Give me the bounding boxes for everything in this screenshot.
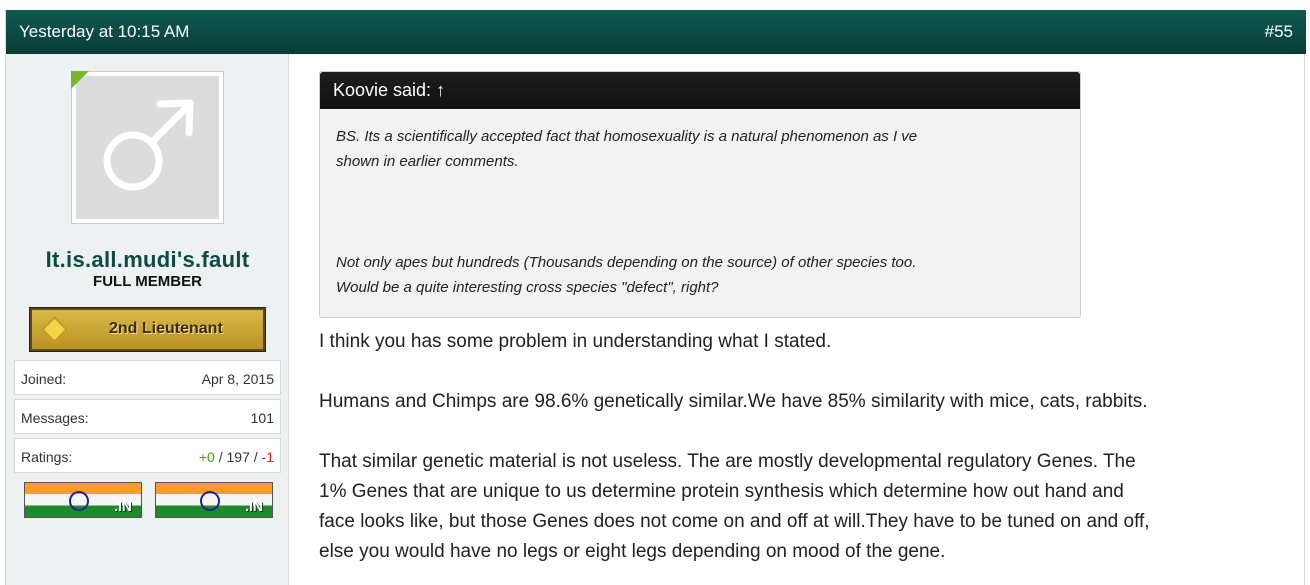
ratings-separator: / (249, 449, 262, 465)
ratings-negative: -1 (261, 449, 274, 465)
avatar[interactable] (71, 71, 224, 224)
rank-diamond-icon (41, 316, 68, 343)
post-paragraph: Humans and Chimps are 98.6% genetically … (319, 391, 1148, 412)
quote-author: Koovie said: (333, 80, 437, 100)
stat-ratings: Ratings: +0 / 197 / -1 (14, 438, 281, 473)
ratings-separator: / (214, 449, 227, 465)
post-header: Yesterday at 10:15 AM #55 (6, 10, 1306, 54)
chakra-icon (200, 491, 220, 511)
rank-label: 2nd Lieutenant (109, 320, 223, 337)
post-date-link[interactable]: Yesterday at 10:15 AM (19, 22, 189, 42)
post-content: Koovie said: ↑ BS. Its a scientifically … (290, 54, 1306, 585)
forum-post: Yesterday at 10:15 AM #55 It.is.all.mudi… (5, 10, 1306, 585)
post-paragraph-line: That similar genetic material is not use… (319, 451, 1136, 472)
quote-text: Would be a quite interesting cross speci… (336, 279, 719, 296)
quote-header: Koovie said: ↑ (320, 72, 1080, 109)
username-link[interactable]: It.is.all.mudi's.fault (6, 247, 289, 273)
rank-badge: 2nd Lieutenant (29, 307, 266, 352)
stat-joined-label: Joined: (21, 371, 67, 387)
post-number-link[interactable]: #55 (1265, 22, 1293, 42)
user-title: FULL MEMBER (93, 273, 202, 290)
ratings-neutral: 197 (226, 449, 250, 465)
quote-text: BS. Its a scientifically accepted fact t… (336, 128, 918, 145)
india-flag-banner: .IN (24, 482, 142, 518)
user-info-panel: It.is.all.mudi's.fault FULL MEMBER 2nd L… (6, 54, 289, 585)
stat-messages-value[interactable]: 101 (251, 410, 274, 426)
stat-ratings-label: Ratings: (21, 449, 73, 465)
ratings-positive: +0 (198, 449, 215, 465)
quote-jump-link[interactable]: ↑ (436, 80, 445, 100)
quote-text: Not only apes but hundreds (Thousands de… (336, 254, 917, 271)
stat-joined-value: Apr 8, 2015 (201, 371, 274, 387)
india-flag-banner: .IN (155, 482, 273, 518)
stat-joined: Joined: Apr 8, 2015 (14, 360, 281, 395)
post-paragraph: I think you has some problem in understa… (319, 331, 832, 352)
online-indicator (71, 71, 89, 89)
stat-ratings-value: +0 / 197 / -1 (199, 449, 274, 465)
flag-tld: .IN (114, 498, 132, 514)
post-paragraph-line: else you would have no legs or eight leg… (319, 541, 946, 562)
post-paragraph-line: face looks like, but those Genes does no… (319, 511, 1150, 532)
flag-tld: .IN (245, 498, 263, 514)
male-symbol-icon (103, 99, 194, 191)
chakra-icon (69, 491, 89, 511)
stat-messages: Messages: 101 (14, 399, 281, 434)
post-paragraph-line: 1% Genes that are unique to us determine… (319, 481, 1124, 502)
quote-block: Koovie said: ↑ BS. Its a scientifically … (319, 71, 1081, 318)
quote-text: shown in earlier comments. (336, 153, 519, 170)
stat-messages-label: Messages: (21, 410, 89, 426)
